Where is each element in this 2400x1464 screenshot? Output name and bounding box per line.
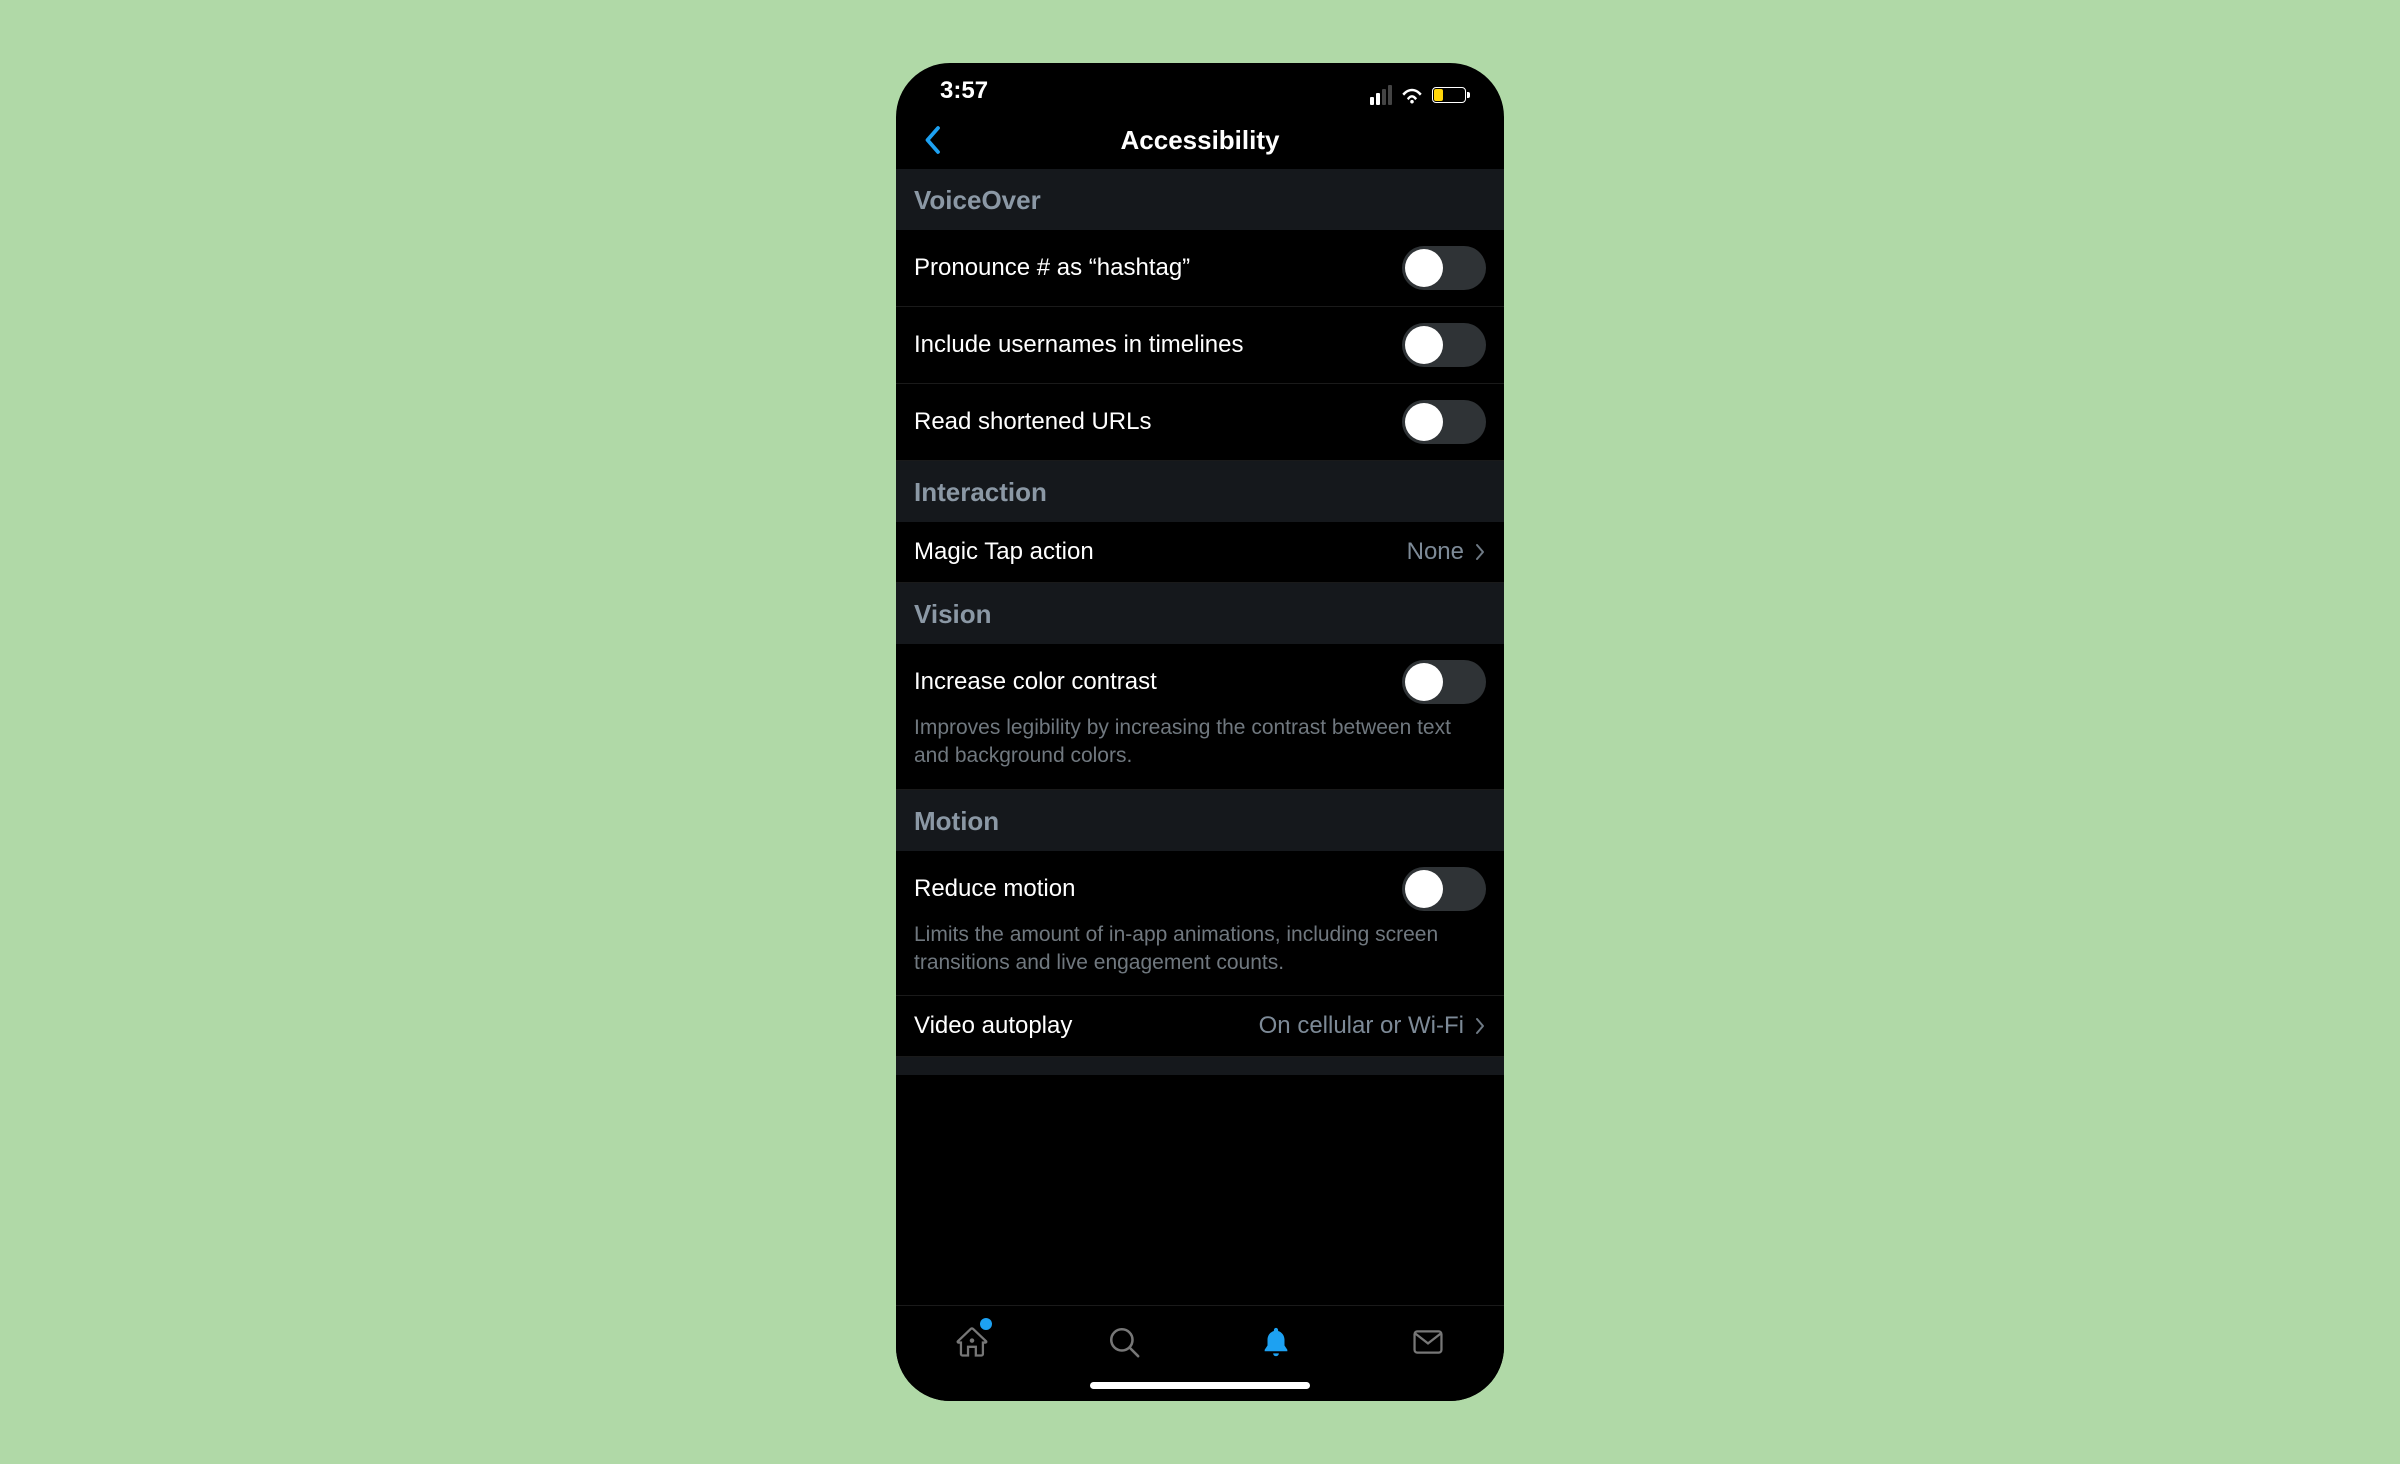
- section-spacer: [896, 1057, 1504, 1075]
- row-pronounce-hashtag[interactable]: Pronounce # as “hashtag”: [896, 230, 1504, 307]
- nav-header: Accessibility: [896, 105, 1504, 169]
- home-icon: [955, 1325, 989, 1359]
- search-icon: [1107, 1325, 1141, 1359]
- tab-search[interactable]: [1102, 1320, 1146, 1364]
- page-title: Accessibility: [896, 125, 1504, 156]
- section-header-motion: Motion: [896, 790, 1504, 851]
- row-color-contrast[interactable]: Increase color contrast: [896, 644, 1504, 720]
- battery-icon: [1432, 87, 1466, 103]
- section-header-voiceover: VoiceOver: [896, 169, 1504, 230]
- row-label: Read shortened URLs: [914, 408, 1402, 436]
- row-read-urls[interactable]: Read shortened URLs: [896, 384, 1504, 461]
- toggle-color-contrast[interactable]: [1402, 660, 1486, 704]
- settings-content: VoiceOver Pronounce # as “hashtag” Inclu…: [896, 169, 1504, 1305]
- toggle-reduce-motion[interactable]: [1402, 867, 1486, 911]
- tab-bar: [896, 1305, 1504, 1401]
- toggle-pronounce-hashtag[interactable]: [1402, 246, 1486, 290]
- cellular-signal-icon: [1370, 85, 1392, 105]
- tab-home[interactable]: [950, 1320, 994, 1364]
- chevron-left-icon: [922, 125, 942, 155]
- mail-icon: [1411, 1325, 1445, 1359]
- section-header-interaction: Interaction: [896, 461, 1504, 522]
- phone-frame: 3:57 Accessibility VoiceOver Pronounce #…: [896, 63, 1504, 1401]
- row-desc-color-contrast: Improves legibility by increasing the co…: [896, 714, 1504, 790]
- chevron-right-icon: [1474, 1016, 1486, 1036]
- bell-icon: [1259, 1325, 1293, 1359]
- home-indicator[interactable]: [1090, 1382, 1310, 1389]
- row-label: Pronounce # as “hashtag”: [914, 254, 1402, 282]
- toggle-include-usernames[interactable]: [1402, 323, 1486, 367]
- row-desc-reduce-motion: Limits the amount of in-app animations, …: [896, 921, 1504, 997]
- row-label: Magic Tap action: [914, 538, 1407, 566]
- wifi-icon: [1400, 86, 1424, 104]
- status-indicators: [1370, 85, 1466, 105]
- status-bar: 3:57: [896, 63, 1504, 105]
- toggle-read-urls[interactable]: [1402, 400, 1486, 444]
- tab-notifications[interactable]: [1254, 1320, 1298, 1364]
- row-label: Reduce motion: [914, 875, 1402, 903]
- row-reduce-motion[interactable]: Reduce motion: [896, 851, 1504, 927]
- tab-messages[interactable]: [1406, 1320, 1450, 1364]
- row-magic-tap[interactable]: Magic Tap action None: [896, 522, 1504, 583]
- home-notification-dot: [980, 1318, 992, 1330]
- back-button[interactable]: [912, 120, 952, 160]
- row-value: None: [1407, 538, 1464, 566]
- row-video-autoplay[interactable]: Video autoplay On cellular or Wi-Fi: [896, 996, 1504, 1057]
- chevron-right-icon: [1474, 542, 1486, 562]
- row-label: Increase color contrast: [914, 668, 1402, 696]
- status-time: 3:57: [940, 77, 1370, 105]
- row-include-usernames[interactable]: Include usernames in timelines: [896, 307, 1504, 384]
- section-header-vision: Vision: [896, 583, 1504, 644]
- row-label: Include usernames in timelines: [914, 331, 1402, 359]
- row-label: Video autoplay: [914, 1012, 1259, 1040]
- row-value: On cellular or Wi-Fi: [1259, 1012, 1464, 1040]
